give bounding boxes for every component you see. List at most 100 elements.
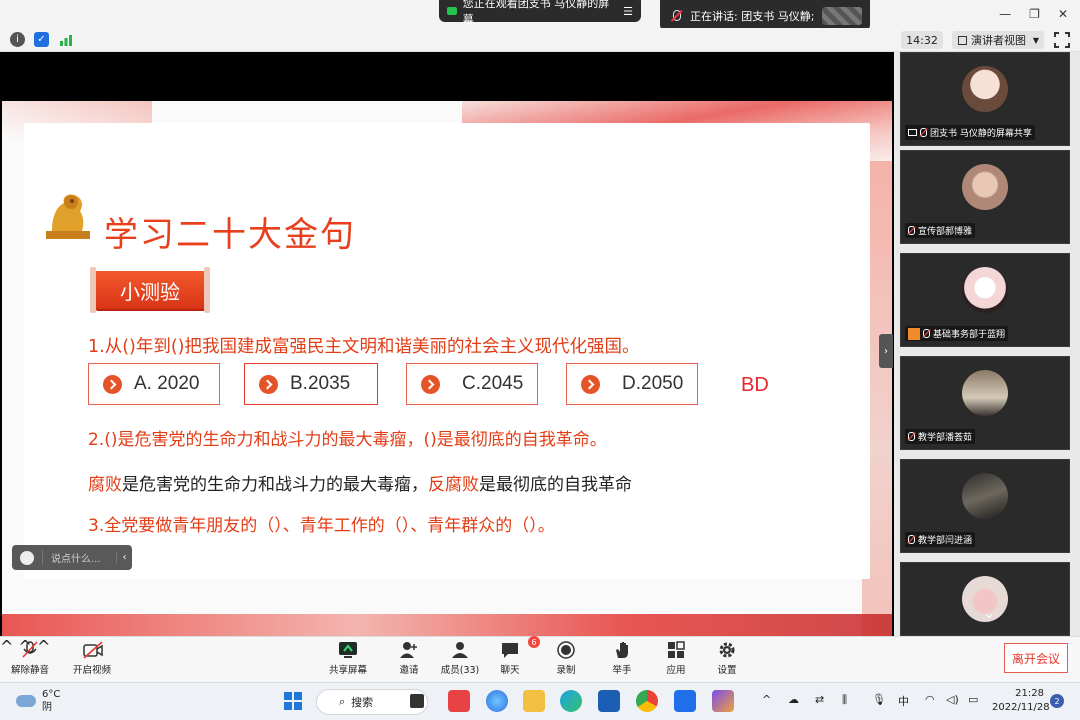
muted-mic-icon [908, 226, 915, 235]
shared-screen: 学习二十大金句 小测验 1.从()年到()把我国建成富强民主文明和谐美丽的社会主… [0, 52, 894, 654]
clock-time: 21:28 [1015, 688, 1044, 699]
viewing-indicator[interactable]: 您正在观看团支书 马仪静的屏幕 ☰ [439, 0, 641, 26]
participant-name: 教学部闫进涵 [918, 536, 973, 546]
panel-toggle-icon[interactable]: › [879, 334, 893, 368]
signal-icon[interactable] [58, 32, 73, 47]
search-label: 搜索 [351, 696, 374, 709]
weather-text: 阴 [42, 702, 52, 713]
start-video-button[interactable]: 开启视频 [68, 641, 116, 676]
unmute-button[interactable]: 解除静音 [6, 641, 54, 676]
scroll-down-icon[interactable]: ⌄ [976, 606, 1002, 628]
task-view-icon[interactable] [410, 694, 424, 708]
leave-meeting-button[interactable]: 离开会议 [1004, 643, 1068, 673]
participant-name-row: 教学部潘荟茹 [905, 429, 976, 444]
temperature: 6°C [42, 689, 61, 700]
record-button[interactable]: 录制 [542, 641, 590, 676]
menu-icon[interactable]: ☰ [623, 5, 633, 18]
members-button[interactable]: 成员(33) [436, 641, 484, 676]
tencent-meeting-icon[interactable] [674, 690, 696, 712]
windows-start-icon[interactable] [282, 690, 304, 712]
raise-hand-button[interactable]: 举手 [598, 641, 646, 676]
apps-button[interactable]: 应用 [652, 641, 700, 676]
chevron-down-icon: ▼ [1032, 35, 1039, 45]
search-icon: ⌕ [339, 695, 346, 708]
app-icon[interactable] [712, 690, 734, 712]
chat-placeholder[interactable]: 说点什么... [42, 550, 116, 565]
chat-button[interactable]: 6 聊天 [486, 636, 540, 676]
weather-widget[interactable]: 6°C 阴 [16, 688, 60, 714]
participant-name: 基础事务部于蓝翔 [933, 330, 1006, 340]
collapse-icon[interactable]: ‹ [116, 552, 132, 563]
participant-name: 团支书 马仪静的屏幕共享 [930, 129, 1032, 139]
battery-icon[interactable]: ▭ [968, 693, 978, 706]
mic-icon [920, 128, 927, 137]
answer-2-text: 是最彻底的自我革命 [479, 475, 632, 495]
speaking-indicator: 正在讲话: 团支书 马仪静; [660, 0, 870, 31]
option-d: D.2050 [566, 363, 698, 405]
shield-icon[interactable]: ✓ [34, 32, 49, 47]
settings-button[interactable]: 设置 [703, 641, 751, 676]
avatar [962, 370, 1008, 416]
mic-icon[interactable]: 🎙 [872, 693, 886, 706]
view-mode-dropdown[interactable]: 演讲者视图 ▼ [952, 31, 1044, 49]
chat-badge: 6 [528, 636, 540, 648]
muted-mic-icon [923, 329, 930, 338]
share-screen-icon [338, 641, 358, 659]
answer-text: BD [741, 374, 769, 396]
volume-icon[interactable]: ◁) [946, 693, 959, 706]
restore-button[interactable]: ❐ [1029, 7, 1040, 21]
chevron-up-icon[interactable]: ^ [762, 693, 771, 706]
audio-meter-icon[interactable]: ⫼ [842, 693, 847, 707]
meeting-timer: 14:32 [901, 31, 943, 49]
lion-statue-icon [46, 194, 90, 239]
question-3: 3.全党要做青年朋友的（）、青年工作的（）、青年群众的（）。 [88, 516, 555, 536]
participant-tile[interactable]: 团支书 马仪静的屏幕共享 [900, 52, 1070, 146]
video-label: 开启视频 [72, 665, 111, 676]
participant-tile[interactable]: 教学部闫进涵 [900, 459, 1070, 553]
browser-icon[interactable] [486, 690, 508, 712]
avatar [962, 267, 1008, 313]
system-clock[interactable]: 21:28 2022/11/28 [992, 687, 1050, 715]
ime-indicator[interactable]: 中 [898, 693, 909, 709]
sync-icon[interactable]: ⇄ [815, 693, 824, 706]
windows-taskbar: 6°C 阴 ⌕ 搜索 ^ ☁ ⇄ ⫼ 🎙 中 ◠ ◁) ▭ 21:28 2022/… [0, 682, 1080, 720]
record-icon [556, 641, 576, 659]
blurred-name [822, 6, 863, 25]
participant-tile[interactable]: 基础事务部于蓝翔 [900, 253, 1070, 347]
cloud-icon [16, 695, 36, 707]
hand-icon [612, 641, 632, 659]
participant-name-row: 教学部闫进涵 [905, 532, 976, 547]
minimize-button[interactable]: — [999, 7, 1011, 21]
option-label: C.2045 [462, 373, 524, 394]
settings-label: 设置 [717, 665, 737, 676]
participant-tile[interactable]: 教学部潘荟茹 [900, 356, 1070, 450]
hand-label: 举手 [612, 665, 632, 676]
share-screen-button[interactable]: 共享屏幕 [324, 641, 372, 676]
option-a: A. 2020 [88, 363, 220, 405]
quick-chat-input[interactable]: 说点什么... ‹ [12, 545, 132, 570]
apps-icon [666, 641, 686, 659]
edge-icon[interactable] [560, 690, 582, 712]
huawei-app-icon[interactable] [448, 690, 470, 712]
question-2: 2.()是危害党的生命力和战斗力的最大毒瘤，()是最彻底的自我革命。 [88, 430, 607, 450]
fullscreen-icon[interactable] [1054, 32, 1070, 48]
chrome-icon[interactable] [636, 690, 658, 712]
file-explorer-icon[interactable] [523, 690, 545, 712]
onedrive-icon[interactable]: ☁ [788, 693, 799, 706]
info-icon[interactable]: i [10, 32, 25, 47]
quiz-tag: 小测验 [90, 267, 210, 313]
participant-tile[interactable]: 宣传部郝博雅 [900, 150, 1070, 244]
wifi-icon[interactable]: ◠ [925, 693, 935, 706]
participant-name-row: 基础事务部于蓝翔 [905, 326, 1009, 341]
unmute-label: 解除静音 [10, 665, 49, 676]
screen-share-icon [908, 129, 917, 136]
avatar [962, 473, 1008, 519]
notification-badge[interactable]: 2 [1050, 694, 1064, 708]
emoji-icon[interactable] [20, 550, 34, 565]
chat-icon: 6 [500, 636, 540, 659]
invite-button[interactable]: 邀请 [385, 641, 433, 676]
close-button[interactable]: ✕ [1058, 7, 1068, 21]
gear-icon [717, 641, 737, 659]
store-icon[interactable] [598, 690, 620, 712]
participant-name-row: 宣传部郝博雅 [905, 223, 976, 238]
